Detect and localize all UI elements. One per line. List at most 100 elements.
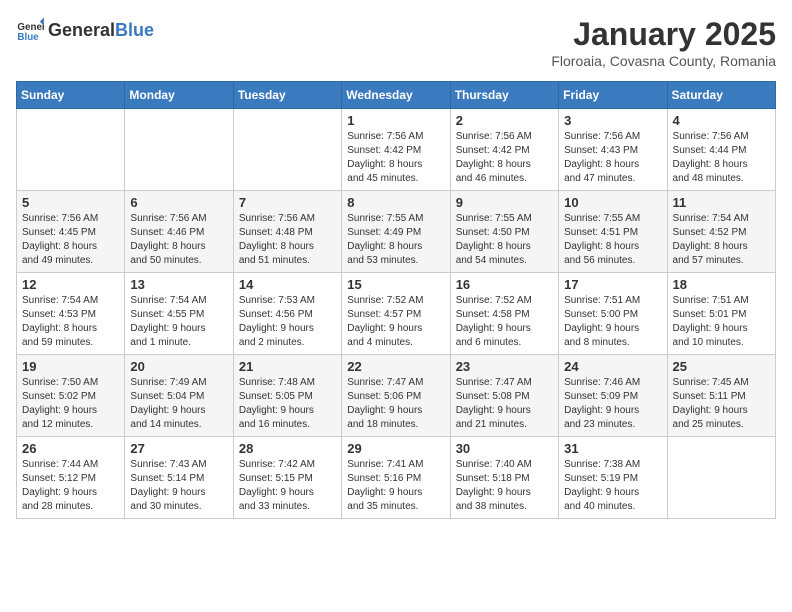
day-info: Sunrise: 7:50 AM Sunset: 5:02 PM Dayligh… [22, 376, 119, 432]
day-info: Sunrise: 7:52 AM Sunset: 4:58 PM Dayligh… [456, 294, 553, 350]
table-row: 20 Sunrise: 7:49 AM Sunset: 5:04 PM Dayli… [125, 355, 233, 437]
table-row: 21 Sunrise: 7:48 AM Sunset: 5:05 PM Dayli… [233, 355, 341, 437]
day-number: 27 [130, 441, 227, 456]
day-info: Sunrise: 7:55 AM Sunset: 4:50 PM Dayligh… [456, 212, 553, 268]
day-number: 31 [564, 441, 661, 456]
logo-blue: Blue [115, 20, 154, 41]
day-info: Sunrise: 7:45 AM Sunset: 5:11 PM Dayligh… [673, 376, 770, 432]
month-title: January 2025 [551, 16, 776, 53]
day-info: Sunrise: 7:47 AM Sunset: 5:08 PM Dayligh… [456, 376, 553, 432]
day-info: Sunrise: 7:56 AM Sunset: 4:42 PM Dayligh… [456, 130, 553, 186]
calendar-body: 1 Sunrise: 7:56 AM Sunset: 4:42 PM Daylig… [17, 109, 776, 519]
table-row: 13 Sunrise: 7:54 AM Sunset: 4:55 PM Dayli… [125, 273, 233, 355]
day-number: 4 [673, 113, 770, 128]
table-row [667, 437, 775, 519]
day-number: 16 [456, 277, 553, 292]
table-row: 11 Sunrise: 7:54 AM Sunset: 4:52 PM Dayli… [667, 191, 775, 273]
day-info: Sunrise: 7:54 AM Sunset: 4:55 PM Dayligh… [130, 294, 227, 350]
logo-general: General [48, 20, 115, 41]
day-number: 3 [564, 113, 661, 128]
header-tuesday: Tuesday [233, 82, 341, 109]
header-monday: Monday [125, 82, 233, 109]
day-number: 1 [347, 113, 444, 128]
day-info: Sunrise: 7:56 AM Sunset: 4:43 PM Dayligh… [564, 130, 661, 186]
table-row: 3 Sunrise: 7:56 AM Sunset: 4:43 PM Daylig… [559, 109, 667, 191]
day-number: 18 [673, 277, 770, 292]
day-number: 15 [347, 277, 444, 292]
day-number: 30 [456, 441, 553, 456]
table-row: 14 Sunrise: 7:53 AM Sunset: 4:56 PM Dayli… [233, 273, 341, 355]
table-row [125, 109, 233, 191]
day-info: Sunrise: 7:55 AM Sunset: 4:51 PM Dayligh… [564, 212, 661, 268]
header: General Blue GeneralBlue January 2025 Fl… [16, 16, 776, 69]
day-info: Sunrise: 7:44 AM Sunset: 5:12 PM Dayligh… [22, 458, 119, 514]
table-row: 7 Sunrise: 7:56 AM Sunset: 4:48 PM Daylig… [233, 191, 341, 273]
day-number: 24 [564, 359, 661, 374]
table-row: 15Sunrise: 7:52 AM Sunset: 4:57 PM Dayli… [342, 273, 450, 355]
table-row: 4 Sunrise: 7:56 AM Sunset: 4:44 PM Daylig… [667, 109, 775, 191]
header-wednesday: Wednesday [342, 82, 450, 109]
header-saturday: Saturday [667, 82, 775, 109]
day-number: 20 [130, 359, 227, 374]
table-row: 17Sunrise: 7:51 AM Sunset: 5:00 PM Dayli… [559, 273, 667, 355]
day-number: 11 [673, 195, 770, 210]
table-row: 25 Sunrise: 7:45 AM Sunset: 5:11 PM Dayli… [667, 355, 775, 437]
day-number: 13 [130, 277, 227, 292]
day-info: Sunrise: 7:43 AM Sunset: 5:14 PM Dayligh… [130, 458, 227, 514]
day-number: 7 [239, 195, 336, 210]
title-area: January 2025 Floroaia, Covasna County, R… [551, 16, 776, 69]
day-info: Sunrise: 7:42 AM Sunset: 5:15 PM Dayligh… [239, 458, 336, 514]
day-number: 2 [456, 113, 553, 128]
day-number: 25 [673, 359, 770, 374]
day-info: Sunrise: 7:41 AM Sunset: 5:16 PM Dayligh… [347, 458, 444, 514]
day-info: Sunrise: 7:51 AM Sunset: 5:01 PM Dayligh… [673, 294, 770, 350]
day-info: Sunrise: 7:56 AM Sunset: 4:48 PM Dayligh… [239, 212, 336, 268]
table-row: 18 Sunrise: 7:51 AM Sunset: 5:01 PM Dayli… [667, 273, 775, 355]
day-number: 12 [22, 277, 119, 292]
day-info: Sunrise: 7:56 AM Sunset: 4:44 PM Dayligh… [673, 130, 770, 186]
table-row: 1 Sunrise: 7:56 AM Sunset: 4:42 PM Daylig… [342, 109, 450, 191]
table-row: 31 Sunrise: 7:38 AM Sunset: 5:19 PM Dayli… [559, 437, 667, 519]
day-info: Sunrise: 7:47 AM Sunset: 5:06 PM Dayligh… [347, 376, 444, 432]
day-info: Sunrise: 7:48 AM Sunset: 5:05 PM Dayligh… [239, 376, 336, 432]
day-info: Sunrise: 7:53 AM Sunset: 4:56 PM Dayligh… [239, 294, 336, 350]
table-row: 5 Sunrise: 7:56 AM Sunset: 4:45 PM Daylig… [17, 191, 125, 273]
day-info: Sunrise: 7:56 AM Sunset: 4:46 PM Dayligh… [130, 212, 227, 268]
table-row [233, 109, 341, 191]
table-row: 30 Sunrise: 7:40 AM Sunset: 5:18 PM Dayli… [450, 437, 558, 519]
day-info: Sunrise: 7:51 AM Sunset: 5:00 PM Dayligh… [564, 294, 661, 350]
table-row [17, 109, 125, 191]
day-info: Sunrise: 7:54 AM Sunset: 4:52 PM Dayligh… [673, 212, 770, 268]
day-number: 23 [456, 359, 553, 374]
day-info: Sunrise: 7:54 AM Sunset: 4:53 PM Dayligh… [22, 294, 119, 350]
day-info: Sunrise: 7:56 AM Sunset: 4:42 PM Dayligh… [347, 130, 444, 186]
table-row: 22 Sunrise: 7:47 AM Sunset: 5:06 PM Dayli… [342, 355, 450, 437]
day-number: 10 [564, 195, 661, 210]
table-row: 28 Sunrise: 7:42 AM Sunset: 5:15 PM Dayli… [233, 437, 341, 519]
day-info: Sunrise: 7:56 AM Sunset: 4:45 PM Dayligh… [22, 212, 119, 268]
calendar-table: Sunday Monday Tuesday Wednesday Thursday… [16, 81, 776, 519]
calendar-header: Sunday Monday Tuesday Wednesday Thursday… [17, 82, 776, 109]
day-number: 5 [22, 195, 119, 210]
logo: General Blue GeneralBlue [16, 16, 154, 44]
day-number: 8 [347, 195, 444, 210]
table-row: 27 Sunrise: 7:43 AM Sunset: 5:14 PM Dayli… [125, 437, 233, 519]
day-info: Sunrise: 7:40 AM Sunset: 5:18 PM Dayligh… [456, 458, 553, 514]
day-number: 22 [347, 359, 444, 374]
day-info: Sunrise: 7:49 AM Sunset: 5:04 PM Dayligh… [130, 376, 227, 432]
day-number: 29 [347, 441, 444, 456]
table-row: 29 Sunrise: 7:41 AM Sunset: 5:16 PM Dayli… [342, 437, 450, 519]
logo-icon: General Blue [16, 16, 44, 44]
location-title: Floroaia, Covasna County, Romania [551, 53, 776, 69]
table-row: 2 Sunrise: 7:56 AM Sunset: 4:42 PM Daylig… [450, 109, 558, 191]
table-row: 26Sunrise: 7:44 AM Sunset: 5:12 PM Dayli… [17, 437, 125, 519]
table-row: 24Sunrise: 7:46 AM Sunset: 5:09 PM Dayli… [559, 355, 667, 437]
day-info: Sunrise: 7:38 AM Sunset: 5:19 PM Dayligh… [564, 458, 661, 514]
day-number: 6 [130, 195, 227, 210]
svg-text:Blue: Blue [17, 32, 39, 43]
day-number: 9 [456, 195, 553, 210]
table-row: 10 Sunrise: 7:55 AM Sunset: 4:51 PM Dayli… [559, 191, 667, 273]
day-number: 21 [239, 359, 336, 374]
day-number: 28 [239, 441, 336, 456]
day-number: 14 [239, 277, 336, 292]
